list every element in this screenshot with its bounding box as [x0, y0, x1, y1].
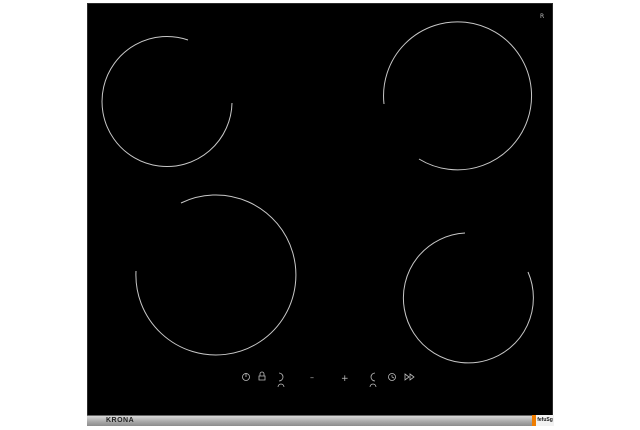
zone-indicator-right — [369, 383, 377, 388]
burner-zone-top-left — [101, 36, 233, 168]
product-photo: R – + KRONA fefuSg — [0, 0, 640, 430]
timer-icon-left[interactable] — [278, 372, 284, 382]
burner-zone-bottom-right — [402, 232, 534, 364]
touch-control-panel: – + — [242, 371, 415, 388]
corner-mark: R — [540, 13, 544, 20]
minus-button[interactable]: – — [310, 373, 314, 382]
zone-indicator-left — [277, 383, 285, 388]
timer-icon-right[interactable] — [370, 372, 376, 382]
hob-markings: R – + — [101, 13, 544, 388]
product-label-tag: fefuSg — [532, 415, 554, 426]
lock-icon[interactable] — [258, 371, 266, 381]
plus-button[interactable]: + — [341, 374, 349, 384]
boost-icon[interactable] — [404, 373, 415, 381]
stainless-trim — [87, 415, 553, 426]
burner-zone-bottom-left — [135, 194, 297, 356]
brand-logo: KRONA — [106, 417, 135, 424]
burner-zone-top-right — [383, 21, 533, 171]
